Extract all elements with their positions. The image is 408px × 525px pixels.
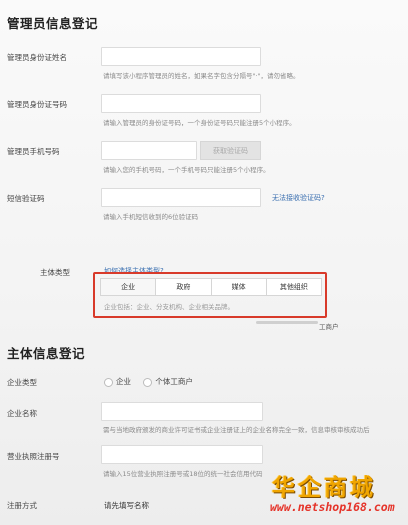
entity-type-overflow-text: 工商户 xyxy=(319,323,339,331)
id-name-hint: 请填写该小程序管理员的姓名，如果名字包含分隔号"·"，请勿省略。 xyxy=(103,72,300,80)
license-no-label: 营业执照注册号 xyxy=(7,452,60,461)
entity-type-label: 主体类型 xyxy=(40,268,70,277)
id-name-label: 管理员身份证姓名 xyxy=(7,53,67,62)
radio-circle-icon xyxy=(104,377,113,387)
license-no-hint: 请输入15位营业执照注册号或18位的统一社会信用代码 xyxy=(103,470,263,478)
get-code-button[interactable]: 获取验证码 xyxy=(200,141,261,160)
company-name-label: 企业名称 xyxy=(7,409,37,418)
company-name-input[interactable] xyxy=(101,402,263,421)
company-name-hint: 需与当地政府颁发的商业许可证书或企业注册证上的企业名称完全一致，信息审核审核成功… xyxy=(103,426,370,434)
company-type-radio-individual[interactable]: 个体工商户 xyxy=(143,377,193,387)
reg-method-label: 注册方式 xyxy=(7,501,37,510)
company-type-label: 企业类型 xyxy=(7,378,37,387)
phone-input[interactable] xyxy=(101,141,197,160)
sms-label: 短信验证码 xyxy=(7,194,45,203)
watermark-brand: 华企商城 xyxy=(272,474,376,501)
id-number-input[interactable] xyxy=(101,94,261,113)
id-number-label: 管理员身份证号码 xyxy=(7,100,67,109)
company-type-radio-group: 企业 个体工商户 xyxy=(104,376,193,387)
phone-hint: 请输入您的手机号码，一个手机号码只能注册5个小程序。 xyxy=(103,166,270,174)
id-name-input[interactable] xyxy=(101,47,261,66)
entity-section-title: 主体信息登记 xyxy=(7,346,86,361)
sms-hint: 请输入手机短信收到的6位验证码 xyxy=(103,213,199,221)
id-number-hint: 请输入管理员的身份证号码，一个身份证号码只能注册5个小程序。 xyxy=(103,119,296,127)
sms-input[interactable] xyxy=(101,188,261,207)
watermark-url: www.netshop168.com xyxy=(270,500,395,514)
blurred-text-strip xyxy=(256,321,318,324)
registration-page: 管理员信息登记 管理员身份证姓名 请填写该小程序管理员的姓名，如果名字包含分隔号… xyxy=(0,0,408,525)
cannot-receive-code-link[interactable]: 无法接收验证码? xyxy=(272,193,325,203)
highlight-box xyxy=(93,272,327,318)
phone-label: 管理员手机号码 xyxy=(7,147,60,156)
license-no-input[interactable] xyxy=(101,445,263,464)
company-type-radio-enterprise[interactable]: 企业 xyxy=(104,377,131,387)
admin-section-title: 管理员信息登记 xyxy=(7,16,99,31)
radio-circle-icon xyxy=(143,377,153,387)
reg-method-value: 请先填写名称 xyxy=(104,501,149,510)
